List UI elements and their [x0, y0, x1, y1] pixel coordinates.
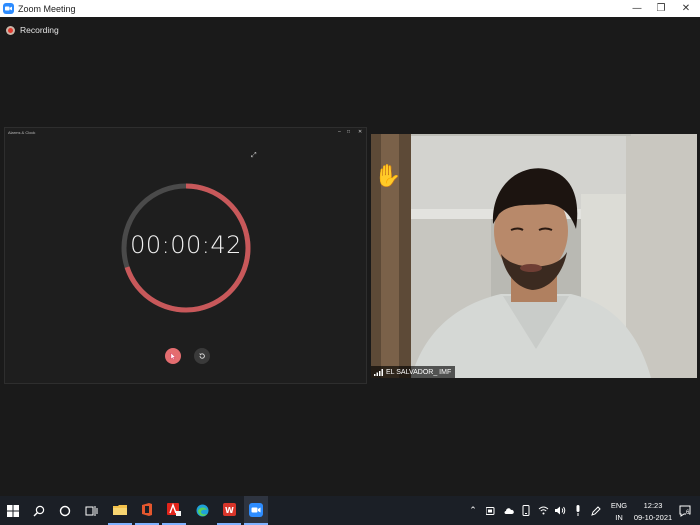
zoom-icon[interactable]: [244, 496, 268, 525]
pen-icon[interactable]: [589, 496, 603, 525]
search-icon[interactable]: [28, 496, 50, 525]
task-view-icon[interactable]: [80, 496, 102, 525]
office-icon[interactable]: [135, 496, 159, 525]
clock-time: 12:23: [643, 501, 663, 510]
window-title: Zoom Meeting: [18, 3, 76, 14]
adobe-icon[interactable]: [162, 496, 186, 525]
language-code: ENG: [610, 501, 628, 510]
cortana-icon[interactable]: [54, 496, 76, 525]
edge-icon[interactable]: [190, 496, 214, 525]
device-icon[interactable]: [519, 496, 533, 525]
clock[interactable]: 12:23 09-10-2021: [632, 501, 674, 522]
participant-name: EL SALVADOR_ IMF: [386, 368, 452, 376]
file-explorer-icon[interactable]: [108, 496, 132, 525]
elapsed-time: 00:00:42: [130, 231, 242, 259]
notification-count: 6: [686, 510, 690, 516]
shared-screen-tile: Alarms & Clock – □ ✕ 00:00:42 ⤢: [4, 127, 367, 384]
close-button[interactable]: ✕: [672, 0, 700, 17]
recording-icon: [6, 25, 15, 35]
volume-icon[interactable]: [553, 496, 567, 525]
participant-video-tile[interactable]: ✋ EL SALVADOR_ IMF: [371, 134, 697, 378]
window-titlebar: Zoom Meeting: [0, 0, 700, 17]
windows-taskbar: W ⌃ ENG IN 12:23 09-10-2021 6: [0, 496, 700, 525]
raised-hand-icon: ✋: [374, 163, 402, 188]
reset-icon: [199, 353, 205, 359]
notification-center-icon[interactable]: 6: [676, 496, 694, 525]
reset-button[interactable]: [194, 348, 210, 364]
zoom-logo-icon: [3, 3, 14, 14]
microphone-icon[interactable]: [571, 496, 585, 525]
onedrive-icon[interactable]: [502, 496, 516, 525]
cursor-icon: [170, 352, 176, 360]
language-region: IN: [615, 513, 623, 522]
wps-icon[interactable]: W: [217, 496, 241, 525]
windows-start-icon[interactable]: [2, 496, 24, 525]
recording-label: Recording: [20, 25, 59, 35]
chevron-up-icon[interactable]: ⌃: [466, 496, 480, 525]
participant-name-bar: EL SALVADOR_ IMF: [371, 366, 456, 378]
maximize-button[interactable]: ❐: [647, 0, 675, 17]
expand-icon[interactable]: ⤢: [251, 152, 257, 160]
participant-video: [371, 134, 697, 378]
clock-date: 09-10-2021: [633, 513, 673, 522]
recording-indicator[interactable]: Recording: [6, 25, 59, 35]
wifi-icon[interactable]: [536, 496, 550, 525]
signal-strength-icon: [374, 368, 383, 376]
start-button[interactable]: [165, 348, 181, 364]
language-indicator[interactable]: ENG IN: [608, 501, 630, 522]
meet-now-icon[interactable]: [484, 496, 498, 525]
svg-text:W: W: [225, 506, 234, 515]
